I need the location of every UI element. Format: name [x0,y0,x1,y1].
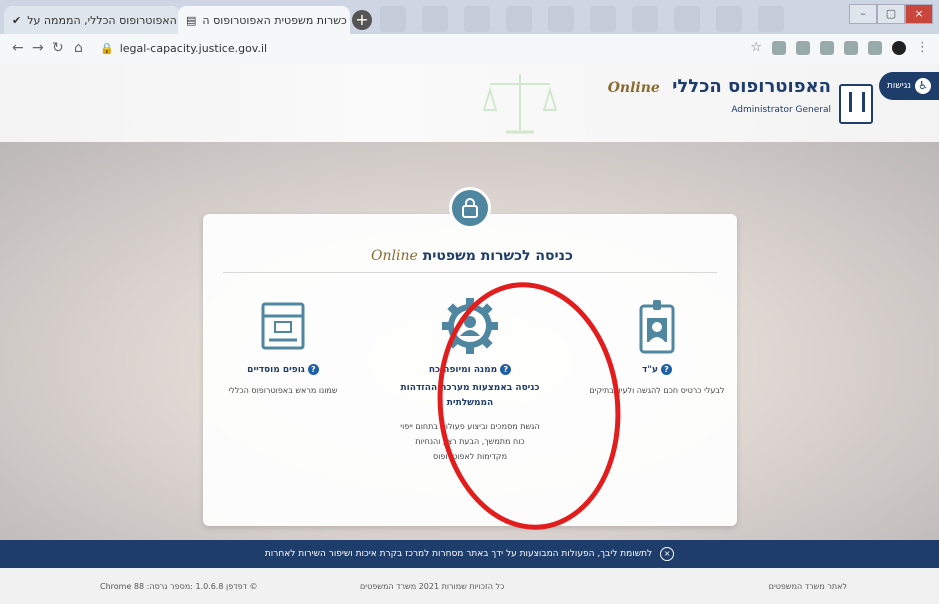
option-description: שמונו מראש באפוטרופוס הכללי [228,386,338,395]
card-title: כניסה לכשרות משפטית Online [371,248,573,264]
home-icon[interactable]: ⌂ [74,40,83,56]
forward-icon[interactable]: → [32,40,44,56]
accessibility-label: נגישות [886,81,912,91]
notice-banner: × לתשומת ליבך, הפעולות המבוצעות על ידך ב… [0,540,939,568]
help-icon[interactable]: ? [661,364,672,375]
extension-icon[interactable] [796,40,810,55]
extensions-area: ☆ ⋮ [750,40,929,55]
bookmark-star-icon[interactable]: ☆ [750,40,762,55]
back-icon[interactable]: ← [12,40,24,56]
window-controls: – ▢ × [849,4,933,24]
footer-link[interactable]: לאתר משרד המשפטים [769,582,847,591]
close-window-icon[interactable]: × [905,4,933,24]
extension-icon[interactable] [868,40,882,55]
browser-tab[interactable]: ✔ האפוטרופוס הכללי, המממה על × [4,6,180,34]
site-subtitle: Administrator General [731,105,831,115]
url-field[interactable]: 🔒 legal-capacity.justice.gov.il [100,42,267,55]
close-banner-icon[interactable]: × [660,547,675,561]
footer-copyright: כל הזכויות שמורות 2021 משרד המשפטים [360,582,505,591]
lock-icon: 🔒 [100,42,114,55]
divider [223,272,717,273]
extension-icon[interactable] [772,40,786,55]
site-header: האפוטרופוס הכללי Online Administrator Ge… [0,64,939,143]
tab-title: האפוטרופוס הכללי, המממה על [27,13,177,27]
help-icon[interactable]: ? [307,364,319,375]
accessibility-icon: ♿ [915,78,932,94]
reload-icon[interactable]: ↻ [52,40,64,56]
footer: Chrome 88 :דפדפן 1.0.6.8 :מספר גרסה © כל… [0,568,939,604]
state-emblem-icon [839,84,873,124]
maximize-icon[interactable]: ▢ [877,4,905,24]
accessibility-button[interactable]: ♿ נגישות [879,72,939,100]
footer-version: Chrome 88 :דפדפן 1.0.6.8 :מספר גרסה © [100,582,258,591]
tab-title: כשרות משפטית האפוטרופוס ה [202,13,347,27]
site-brand[interactable]: האפוטרופוס הכללי Online Administrator Ge… [608,76,831,115]
extension-icon[interactable] [844,40,858,55]
tab-favicon-icon: ✔ [12,13,22,27]
online-logo-text: Online [371,248,418,264]
option-label: ? גופים מוסדיים [203,364,363,375]
address-bar: ← → ↻ ⌂ 🔒 legal-capacity.justice.gov.il ☆… [0,34,939,65]
taskbar-overlay [380,6,784,32]
browser-tab-active[interactable]: ▤ כשרות משפטית האפוטרופוס ה × [178,6,350,34]
menu-icon[interactable]: ⋮ [916,40,929,55]
tab-favicon-icon: ▤ [186,13,197,27]
minimize-icon[interactable]: – [849,4,877,24]
browser-tab-bar: ✔ האפוטרופוס הכללי, המממה על × ▤ כשרות מ… [0,0,939,34]
option-institutions[interactable]: ? גופים מוסדיים שמונו מראש באפוטרופוס הכ… [203,296,363,398]
profile-avatar[interactable] [892,40,906,55]
scales-of-justice-icon [482,74,558,134]
extension-icon[interactable] [820,40,834,55]
banner-text: לתשומת ליבך, הפעולות המבוצעות על ידך באת… [264,549,653,559]
folder-icon [253,296,313,356]
site-title: האפוטרופוס הכללי [672,76,831,97]
online-logo-text: Online [607,80,660,96]
id-badge-icon [627,296,687,356]
new-tab-button[interactable]: + [352,10,372,30]
lock-circle-icon [449,187,491,229]
